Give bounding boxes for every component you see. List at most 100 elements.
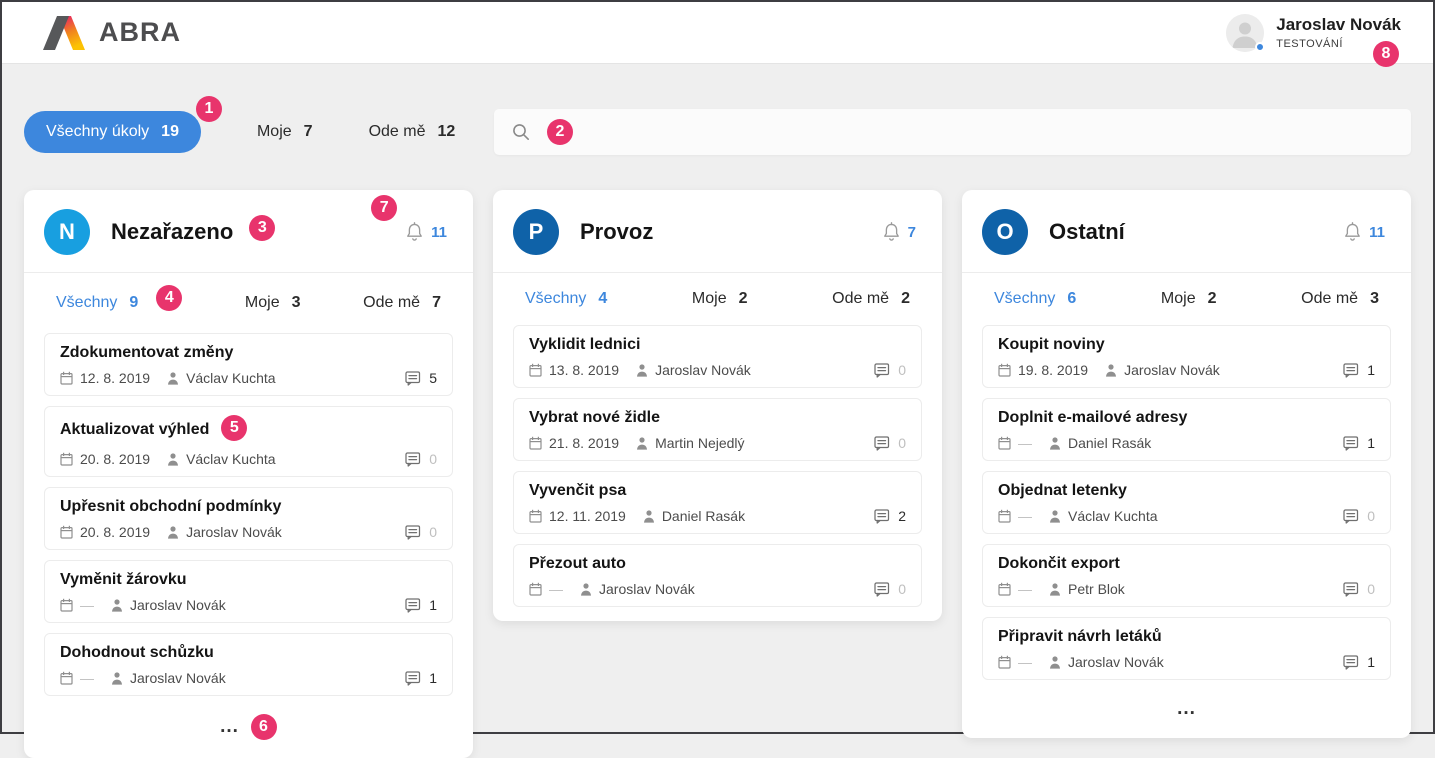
comment-icon [1343, 582, 1359, 597]
tab-my-tasks[interactable]: Moje 7 [257, 123, 313, 141]
column-avatar: P [513, 209, 559, 255]
comment-icon [405, 525, 421, 540]
more-annotation-badge: 6 [251, 714, 277, 740]
task-card[interactable]: Přezout auto — Jaroslav Novák [513, 544, 922, 607]
task-assignee: Jaroslav Novák [130, 670, 226, 686]
task-comments: 1 [405, 597, 437, 613]
task-date: 19. 8. 2019 [1018, 362, 1088, 378]
column-tab-all[interactable]: Všechny 6 [994, 290, 1076, 308]
task-card[interactable]: Objednat letenky — Václav Kuchta [982, 471, 1391, 534]
column-tab-from[interactable]: Ode mě 7 [363, 294, 441, 312]
more-tasks-button[interactable]: ... 6 [24, 710, 473, 758]
task-date: — [80, 670, 94, 686]
task-card[interactable]: Koupit noviny 19. 8. 2019 Jaroslav Novák [982, 325, 1391, 388]
notifications-button[interactable]: 11 [1343, 221, 1385, 243]
task-title-text: Vybrat nové židle [529, 409, 660, 427]
column-tab-my[interactable]: Moje 2 [692, 290, 748, 308]
task-title: Aktualizovat výhled 5 [60, 417, 437, 443]
task-list: Vyklidit lednici 13. 8. 2019 Jaroslav No… [493, 324, 942, 621]
column-tab-my[interactable]: Moje 3 [245, 294, 301, 312]
calendar-icon [60, 525, 73, 539]
task-title-text: Přezout auto [529, 555, 626, 573]
task-title-text: Upřesnit obchodní podmínky [60, 498, 281, 516]
column-tab-from-count: 2 [901, 290, 910, 308]
task-card[interactable]: Zdokumentovat změny 12. 8. 2019 Václav K… [44, 333, 453, 396]
task-date: 12. 8. 2019 [80, 370, 150, 386]
task-assignee: Václav Kuchta [1068, 508, 1158, 524]
task-comments: 1 [1343, 654, 1375, 670]
task-card[interactable]: Vyklidit lednici 13. 8. 2019 Jaroslav No… [513, 325, 922, 388]
more-text: ... [1177, 698, 1196, 720]
comment-count: 0 [898, 362, 906, 378]
tab-all-tasks[interactable]: Všechny úkoly 19 [24, 111, 201, 153]
search-input[interactable] [585, 124, 1394, 141]
task-meta: 20. 8. 2019 Václav Kuchta 0 [60, 451, 437, 467]
task-card[interactable]: Aktualizovat výhled 5 20. 8. 2019 Václav… [44, 406, 453, 477]
comment-icon [1343, 436, 1359, 451]
column-tab-all-label: Všechny [994, 290, 1055, 308]
task-comments: 2 [874, 508, 906, 524]
task-title: Dokončit export [998, 555, 1375, 573]
abra-logo: ABRA [42, 16, 181, 50]
bell-annotation-badge: 7 [371, 195, 397, 221]
assignee-icon [1049, 510, 1061, 523]
column-header: O Ostatní 11 [962, 190, 1411, 272]
task-comments: 0 [874, 581, 906, 597]
task-card[interactable]: Dokončit export — Petr Blok [982, 544, 1391, 607]
task-assignee: Václav Kuchta [186, 451, 276, 467]
column-tab-all[interactable]: Všechny 9 4 [56, 290, 182, 316]
column-avatar: N [44, 209, 90, 255]
column-tab-from[interactable]: Ode mě 2 [832, 290, 910, 308]
task-card[interactable]: Vyvenčit psa 12. 11. 2019 Daniel Rasák [513, 471, 922, 534]
column-tab-all-label: Všechny [525, 290, 586, 308]
notifications-button[interactable]: 7 11 [405, 221, 447, 243]
task-annotation-badge: 5 [221, 415, 247, 441]
task-title-text: Vyměnit žárovku [60, 571, 187, 589]
avatar [1226, 14, 1264, 52]
column-title: Ostatní [1049, 219, 1125, 245]
task-card[interactable]: Připravit návrh letáků — Jaroslav Novák [982, 617, 1391, 680]
task-assignee: Jaroslav Novák [599, 581, 695, 597]
comment-count: 2 [898, 508, 906, 524]
user-menu[interactable]: Jaroslav Novák TESTOVÁNÍ 8 [1226, 14, 1403, 52]
task-comments: 0 [1343, 581, 1375, 597]
task-card[interactable]: Upřesnit obchodní podmínky 20. 8. 2019 J… [44, 487, 453, 550]
more-tasks-button[interactable]: ... [962, 694, 1411, 738]
task-title-text: Koupit noviny [998, 336, 1105, 354]
column-tab-my-count: 3 [292, 294, 301, 312]
task-comments: 5 [405, 370, 437, 386]
comment-icon [874, 436, 890, 451]
comment-count: 1 [1367, 362, 1375, 378]
task-meta: — Václav Kuchta 0 [998, 508, 1375, 524]
column-tab-all-count: 4 [598, 290, 607, 308]
assignee-icon [636, 364, 648, 377]
comment-icon [1343, 363, 1359, 378]
bell-count: 11 [431, 224, 447, 241]
calendar-icon [998, 582, 1011, 596]
assignee-icon [1105, 364, 1117, 377]
task-list: Zdokumentovat změny 12. 8. 2019 Václav K… [24, 332, 473, 710]
task-title: Objednat letenky [998, 482, 1375, 500]
comment-icon [405, 371, 421, 386]
column-tab-all[interactable]: Všechny 4 [525, 290, 607, 308]
search-box[interactable]: 2 [494, 109, 1411, 155]
calendar-icon [998, 509, 1011, 523]
column-tabs: Všechny 4 Moje 2 Ode mě 2 [493, 273, 942, 324]
task-card[interactable]: Dohodnout schůzku — Jaroslav Novák [44, 633, 453, 696]
tab-from-me[interactable]: Ode mě 12 [369, 123, 456, 141]
task-card[interactable]: Doplnit e-mailové adresy — Daniel Rasák [982, 398, 1391, 461]
assignee-icon [111, 672, 123, 685]
column-tab-all-count: 6 [1067, 290, 1076, 308]
task-date: — [1018, 435, 1032, 451]
toolbar: Všechny úkoly 19 Moje 7 Ode mě 12 1 2 [24, 109, 1411, 155]
task-card[interactable]: Vybrat nové židle 21. 8. 2019 Martin Nej… [513, 398, 922, 461]
comment-count: 1 [429, 670, 437, 686]
column-tab-from[interactable]: Ode mě 3 [1301, 290, 1379, 308]
tab-all-tasks-label: Všechny úkoly [46, 123, 149, 141]
task-column: N Nezařazeno 3 7 11 Všechny [24, 190, 473, 758]
notifications-button[interactable]: 7 [882, 221, 916, 243]
column-tab-my[interactable]: Moje 2 [1161, 290, 1217, 308]
annotation-badge-2: 2 [547, 119, 573, 145]
user-name: Jaroslav Novák [1276, 15, 1401, 35]
task-card[interactable]: Vyměnit žárovku — Jaroslav Novák [44, 560, 453, 623]
